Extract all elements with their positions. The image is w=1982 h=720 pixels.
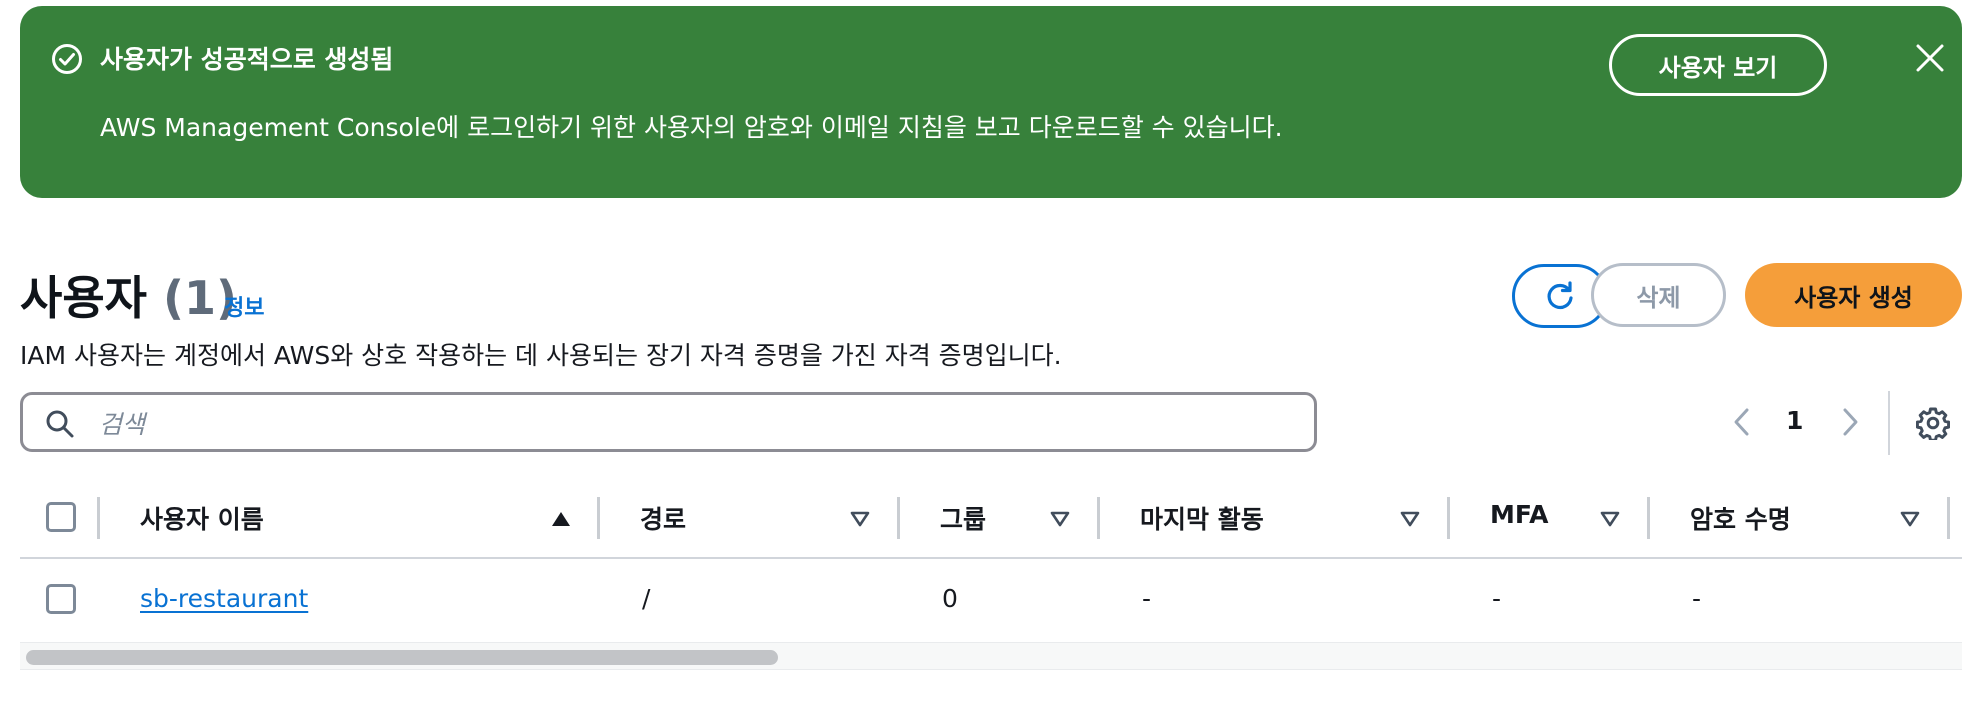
create-user-button[interactable]: 사용자 생성 <box>1745 263 1962 327</box>
search-field[interactable] <box>20 392 1317 452</box>
search-input[interactable] <box>97 403 1281 445</box>
page-title-text: 사용자 <box>20 271 147 325</box>
column-divider[interactable] <box>1447 497 1450 539</box>
mfa-cell: - <box>1492 584 1502 613</box>
column-header-groups[interactable]: 그룹 <box>940 500 986 536</box>
column-header-last-activity[interactable]: 마지막 활동 <box>1140 500 1264 536</box>
column-divider[interactable] <box>897 497 900 539</box>
column-header-password-age[interactable]: 암호 수명 <box>1690 500 1791 536</box>
gear-icon[interactable] <box>1916 406 1950 440</box>
row-checkbox[interactable] <box>46 584 76 614</box>
sort-icon[interactable] <box>849 509 871 529</box>
scrollbar-thumb[interactable] <box>26 650 778 665</box>
check-circle-icon <box>52 44 82 74</box>
column-divider[interactable] <box>1647 497 1650 539</box>
groups-cell: 0 <box>942 584 958 613</box>
sort-ascending-icon[interactable] <box>550 509 572 529</box>
column-divider[interactable] <box>1947 497 1950 539</box>
column-header-path[interactable]: 경로 <box>640 500 686 536</box>
column-header-user-name[interactable]: 사용자 이름 <box>140 500 264 536</box>
success-flashbar: 사용자가 성공적으로 생성됨 AWS Management Console에 로… <box>20 6 1962 198</box>
chevron-left-icon[interactable] <box>1728 404 1754 440</box>
table-header-divider <box>20 557 1962 559</box>
sort-icon[interactable] <box>1899 509 1921 529</box>
user-name-link-text[interactable]: sb-restaurant <box>140 584 308 613</box>
page-title: 사용자 (1) <box>20 262 237 328</box>
user-name-link[interactable]: sb-restaurant <box>140 584 308 613</box>
column-header-mfa[interactable]: MFA <box>1490 500 1548 529</box>
column-divider[interactable] <box>1097 497 1100 539</box>
page-number[interactable]: 1 <box>1786 406 1803 435</box>
select-all-checkbox[interactable] <box>46 502 76 532</box>
password-age-cell: - <box>1692 584 1702 613</box>
last-activity-cell: - <box>1142 584 1152 613</box>
sort-icon[interactable] <box>1049 509 1071 529</box>
view-user-button[interactable]: 사용자 보기 <box>1609 34 1827 96</box>
page-description: IAM 사용자는 계정에서 AWS와 상호 작용하는 데 사용되는 장기 자격 … <box>20 341 1062 370</box>
flash-message: AWS Management Console에 로그인하기 위한 사용자의 암호… <box>100 113 1283 142</box>
close-icon[interactable] <box>1912 40 1948 76</box>
delete-button[interactable]: 삭제 <box>1591 263 1726 327</box>
sort-icon[interactable] <box>1599 509 1621 529</box>
refresh-icon <box>1547 281 1573 310</box>
table-bottom-divider <box>20 669 1962 670</box>
chevron-right-icon[interactable] <box>1838 404 1864 440</box>
column-divider[interactable] <box>597 497 600 539</box>
pagination-divider <box>1888 391 1890 455</box>
path-cell: / <box>642 584 651 613</box>
sort-icon[interactable] <box>1399 509 1421 529</box>
info-link[interactable]: 정보 <box>224 290 264 322</box>
flash-title: 사용자가 성공적으로 생성됨 <box>100 45 394 74</box>
search-icon <box>46 410 74 438</box>
column-divider <box>97 497 100 539</box>
